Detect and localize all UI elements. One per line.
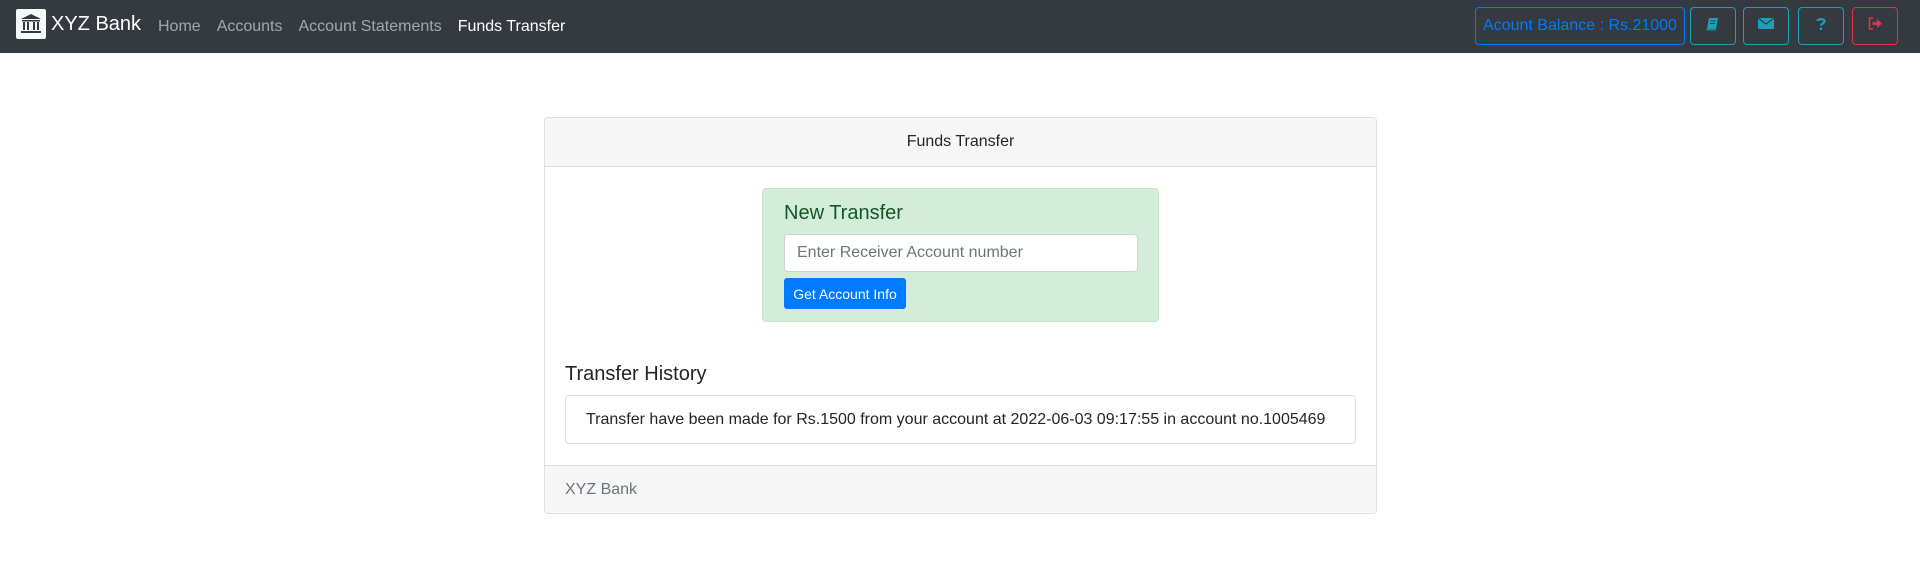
nav-links: Home Accounts Account Statements Funds T… <box>158 0 565 53</box>
list-item: Transfer have been made for Rs.1500 from… <box>565 395 1356 444</box>
top-navbar: XYZ Bank Home Accounts Account Statement… <box>0 0 1920 53</box>
receiver-account-input[interactable] <box>784 234 1138 272</box>
brand-name: XYZ Bank <box>51 13 142 35</box>
help-button[interactable] <box>1798 7 1844 45</box>
new-transfer-title: New Transfer <box>784 202 903 224</box>
nav-accounts[interactable]: Accounts <box>217 18 283 36</box>
nav-home[interactable]: Home <box>158 18 201 36</box>
card-header: Funds Transfer <box>545 118 1376 167</box>
mail-button[interactable] <box>1743 7 1789 45</box>
question-icon <box>1816 17 1826 36</box>
new-transfer-panel: New Transfer Get Account Info <box>762 188 1159 322</box>
transfer-history-list: Transfer have been made for Rs.1500 from… <box>565 395 1356 444</box>
account-balance-button[interactable]: Acount Balance : Rs.21000 <box>1475 7 1685 45</box>
envelope-icon <box>1758 17 1774 35</box>
book-button[interactable] <box>1690 7 1736 45</box>
brand-link[interactable]: XYZ Bank <box>16 9 141 39</box>
logout-button[interactable] <box>1852 7 1898 45</box>
get-account-info-button[interactable]: Get Account Info <box>784 278 906 309</box>
transfer-history-title: Transfer History <box>565 363 707 385</box>
sign-out-icon <box>1868 17 1883 35</box>
funds-transfer-card: Funds Transfer New Transfer Get Account … <box>544 117 1377 514</box>
book-icon <box>1706 17 1720 36</box>
card-footer: XYZ Bank <box>545 465 1376 513</box>
bank-icon <box>16 9 46 39</box>
nav-account-statements[interactable]: Account Statements <box>299 18 442 36</box>
nav-funds-transfer[interactable]: Funds Transfer <box>458 18 566 36</box>
